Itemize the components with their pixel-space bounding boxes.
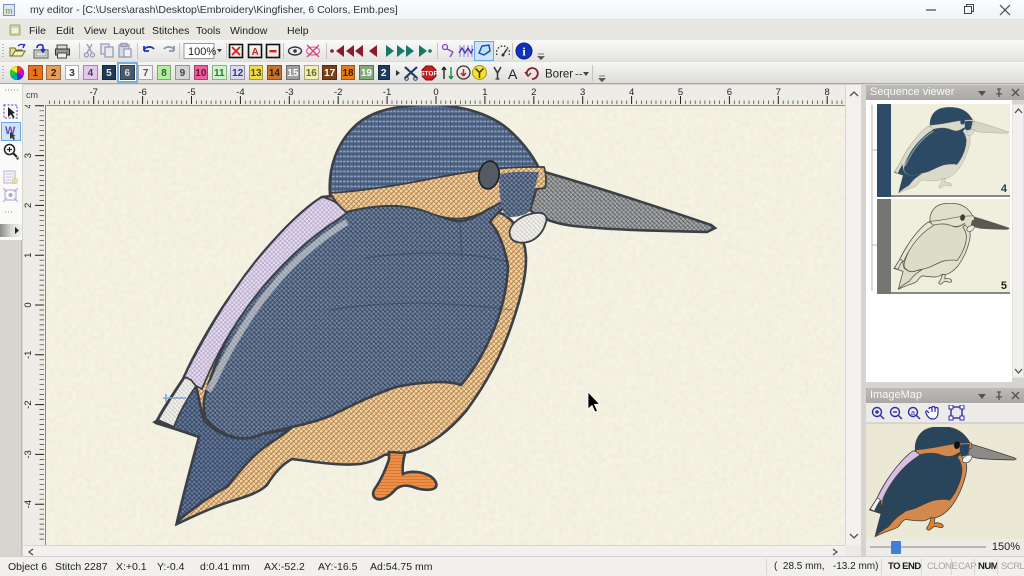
svg-text:8: 8 (825, 87, 830, 98)
svg-text:-4: -4 (236, 87, 244, 98)
svg-text:-1: -1 (383, 87, 391, 98)
svg-text:STOP: STOP (420, 71, 438, 78)
svg-text:5: 5 (678, 87, 683, 98)
svg-text:-7: -7 (89, 87, 97, 98)
svg-text:Borer: Borer (545, 69, 573, 81)
svg-text:4: 4 (629, 87, 634, 98)
svg-text:1: 1 (482, 87, 487, 98)
svg-text:-6: -6 (138, 87, 146, 98)
svg-text:m: m (5, 6, 13, 16)
svg-text:A: A (508, 66, 518, 82)
svg-text:0: 0 (23, 302, 34, 307)
svg-text:2: 2 (531, 87, 536, 98)
svg-text:-3: -3 (285, 87, 293, 98)
svg-text:4: 4 (23, 105, 34, 108)
svg-text:2: 2 (23, 203, 34, 208)
svg-text:a: a (911, 410, 915, 417)
svg-text:6: 6 (727, 87, 732, 98)
svg-text:1: 1 (23, 253, 34, 258)
svg-text:100%: 100% (188, 46, 216, 58)
svg-text:0: 0 (433, 87, 438, 98)
svg-text:-2: -2 (23, 400, 34, 408)
svg-text:7: 7 (776, 87, 781, 98)
svg-text:-1: -1 (23, 351, 34, 359)
svg-text:-2: -2 (334, 87, 342, 98)
svg-text:-4: -4 (23, 500, 34, 508)
svg-text:3: 3 (23, 153, 34, 158)
svg-text:3: 3 (580, 87, 585, 98)
svg-text:--: -- (575, 69, 583, 81)
svg-text:-3: -3 (23, 450, 34, 458)
svg-text:A: A (252, 47, 259, 58)
svg-text:-5: -5 (187, 87, 195, 98)
